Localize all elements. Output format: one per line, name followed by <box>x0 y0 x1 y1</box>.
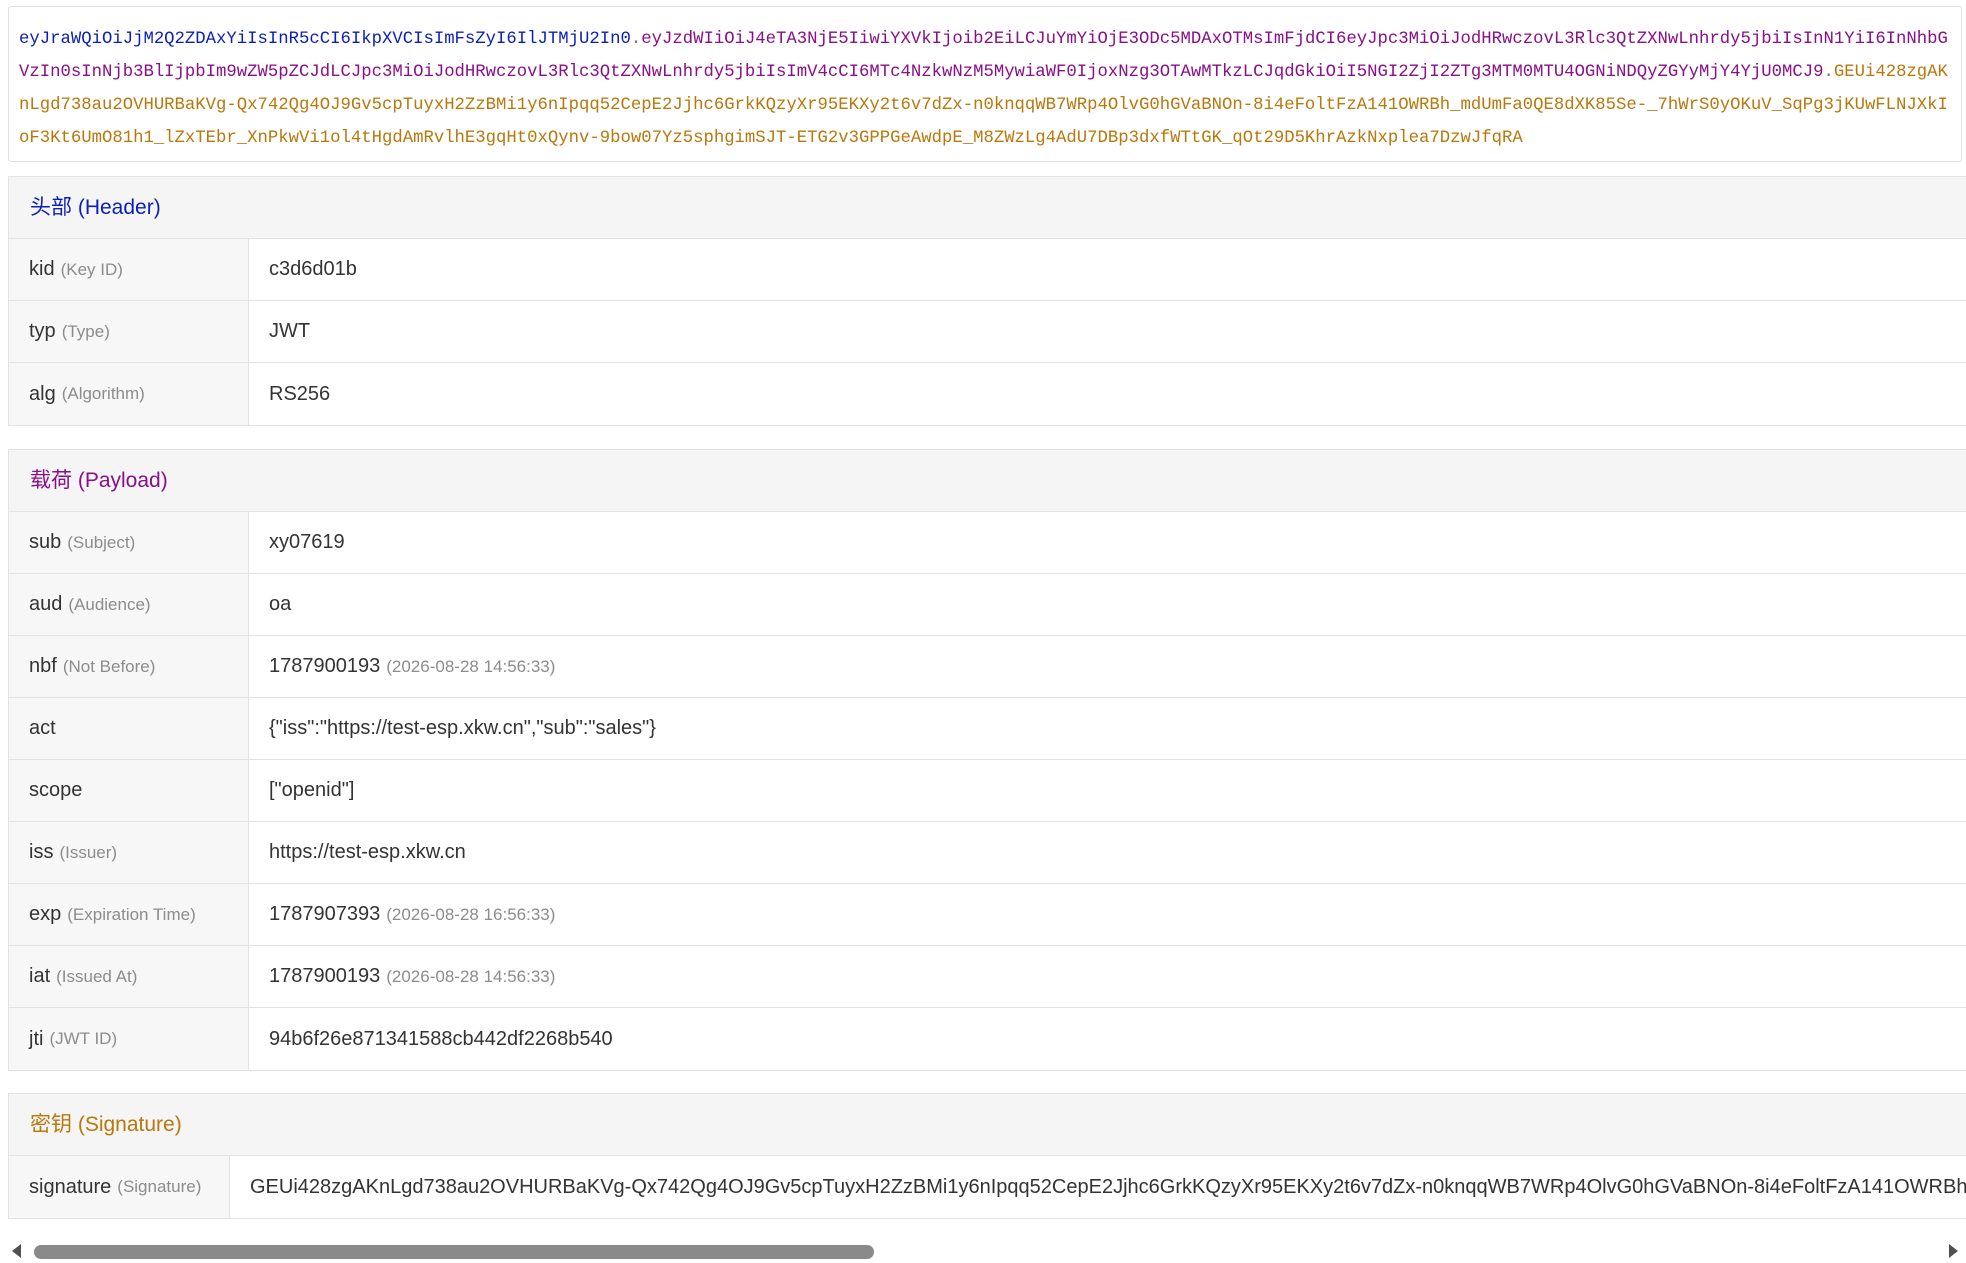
claim-row-iss: iss (Issuer) https://test-esp.xkw.cn <box>9 822 1966 884</box>
claim-value-cell: {"iss":"https://test-esp.xkw.cn","sub":"… <box>249 698 1966 759</box>
claim-key-description: (Issuer) <box>59 842 118 862</box>
claim-key-cell: signature (Signature) <box>9 1156 230 1218</box>
claim-key-cell: iat (Issued At) <box>9 946 249 1007</box>
claim-value-datetime: (2026-08-28 14:56:33) <box>386 656 556 676</box>
claim-key: aud <box>29 593 63 615</box>
claim-row-kid: kid (Key ID) c3d6d01b <box>9 239 1966 301</box>
claim-key-cell: scope <box>9 760 249 821</box>
claim-key-description: (Subject) <box>67 532 136 552</box>
claim-key: sub <box>29 531 62 553</box>
horizontal-scrollbar[interactable] <box>0 1237 1966 1263</box>
claim-key-cell: alg (Algorithm) <box>9 363 249 425</box>
encoded-token: eyJraWQiOiJjM2Q2ZDAxYiIsInR5cCI6IkpXVCIs… <box>8 6 1962 162</box>
payload-section-title: 载荷 (Payload) <box>9 450 1966 512</box>
claim-row-nbf: nbf (Not Before) 1787900193 (2026-08-28 14:… <box>9 636 1966 698</box>
claim-key: nbf <box>29 655 57 677</box>
claim-key-description: (Type) <box>61 321 110 341</box>
claim-key-cell: typ (Type) <box>9 301 249 362</box>
payload-rows: sub (Subject) xy07619 aud (Audience) oa nbf (No… <box>9 512 1966 1070</box>
claim-value: xy07619 <box>269 531 345 553</box>
claim-value: GEUi428zgAKnLgd738au2OVHURBaKVg-Qx742Qg4… <box>250 1175 1966 1198</box>
claim-row-aud: aud (Audience) oa <box>9 574 1966 636</box>
header-section: 头部 (Header) kid (Key ID) c3d6d01b typ (Type)… <box>8 176 1966 426</box>
claim-value: c3d6d01b <box>269 258 357 280</box>
claim-value: RS256 <box>269 382 331 405</box>
claim-key-cell: iss (Issuer) <box>9 822 249 883</box>
claim-value-cell: RS256 <box>249 363 1966 425</box>
claim-key-description: (Key ID) <box>60 259 123 279</box>
claim-key: exp <box>29 903 62 925</box>
claim-value: ["openid"] <box>269 779 355 801</box>
header-section-title: 头部 (Header) <box>9 177 1966 239</box>
claim-value-cell: JWT <box>249 301 1966 362</box>
claim-key: iss <box>29 841 54 863</box>
claim-value: 1787907393 <box>269 903 381 925</box>
claim-key-description: (Not Before) <box>62 656 156 676</box>
scroll-right-arrow-icon[interactable] <box>1949 1244 1958 1258</box>
claim-key: signature <box>29 1175 112 1198</box>
claim-key-cell: nbf (Not Before) <box>9 636 249 697</box>
claim-key-description: (Expiration Time) <box>67 904 196 924</box>
claim-row-jti: jti (JWT ID) 94b6f26e871341588cb442df2268b… <box>9 1008 1966 1070</box>
signature-section: 密钥 (Signature) signature (Signature) GEUi4… <box>8 1093 1966 1219</box>
claim-key-cell: aud (Audience) <box>9 574 249 635</box>
claim-key: scope <box>29 779 83 801</box>
claim-key-description: (JWT ID) <box>49 1029 118 1048</box>
claim-key-cell: exp (Expiration Time) <box>9 884 249 945</box>
claim-row-exp: exp (Expiration Time) 1787907393 (2026-08-2… <box>9 884 1966 946</box>
claim-row-typ: typ (Type) JWT <box>9 301 1966 363</box>
claim-value-datetime: (2026-08-28 14:56:33) <box>386 966 556 986</box>
claim-value: https://test-esp.xkw.cn <box>269 841 466 863</box>
claim-value-cell: GEUi428zgAKnLgd738au2OVHURBaKVg-Qx742Qg4… <box>230 1156 1966 1218</box>
payload-section: 载荷 (Payload) sub (Subject) xy07619 aud (Audi… <box>8 449 1966 1071</box>
scrollbar-thumb[interactable] <box>34 1245 874 1259</box>
claim-row-scope: scope ["openid"] <box>9 760 1966 822</box>
claim-value-cell: 1787900193 (2026-08-28 14:56:33) <box>249 946 1966 1007</box>
signature-section-title: 密钥 (Signature) <box>9 1094 1966 1156</box>
claim-row-act: act {"iss":"https://test-esp.xkw.cn","sub… <box>9 698 1966 760</box>
signature-rows: signature (Signature) GEUi428zgAKnLgd738au… <box>9 1156 1966 1218</box>
claim-value: 1787900193 <box>269 655 381 677</box>
token-separator: . <box>1823 63 1834 82</box>
claim-value-cell: 1787907393 (2026-08-28 16:56:33) <box>249 884 1966 945</box>
claim-value-cell: oa <box>249 574 1966 635</box>
claim-value-cell: ["openid"] <box>249 760 1966 821</box>
claim-key: jti <box>29 1027 44 1050</box>
token-header-part: eyJraWQiOiJjM2Q2ZDAxYiIsInR5cCI6IkpXVCIs… <box>19 30 631 49</box>
claim-value: oa <box>269 593 292 615</box>
claim-key-cell: kid (Key ID) <box>9 239 249 300</box>
claim-value-cell: https://test-esp.xkw.cn <box>249 822 1966 883</box>
claim-key-description: (Signature) <box>117 1177 202 1196</box>
claim-key-description: (Audience) <box>68 594 151 614</box>
claim-row-alg: alg (Algorithm) RS256 <box>9 363 1966 425</box>
claim-key-description: (Algorithm) <box>61 384 145 403</box>
claim-key-cell: sub (Subject) <box>9 512 249 573</box>
claim-value: 1787900193 <box>269 965 381 987</box>
claim-value-cell: 94b6f26e871341588cb442df2268b540 <box>249 1008 1966 1070</box>
claim-key: iat <box>29 965 51 987</box>
claim-value: {"iss":"https://test-esp.xkw.cn","sub":"… <box>269 717 656 739</box>
claim-row-iat: iat (Issued At) 1787900193 (2026-08-28 14:5… <box>9 946 1966 1008</box>
claim-key-description: (Issued At) <box>56 966 138 986</box>
claim-value: JWT <box>269 320 311 342</box>
claim-key: alg <box>29 382 56 405</box>
claim-key: act <box>29 717 56 739</box>
claim-value: 94b6f26e871341588cb442df2268b540 <box>269 1027 613 1050</box>
claim-value-cell: c3d6d01b <box>249 239 1966 300</box>
claim-row-sub: sub (Subject) xy07619 <box>9 512 1966 574</box>
claim-key-cell: jti (JWT ID) <box>9 1008 249 1070</box>
header-rows: kid (Key ID) c3d6d01b typ (Type) JWT alg (Algor… <box>9 239 1966 425</box>
claim-value-datetime: (2026-08-28 16:56:33) <box>386 904 556 924</box>
token-separator: . <box>630 30 642 49</box>
claim-value-cell: xy07619 <box>249 512 1966 573</box>
claim-key: typ <box>29 320 56 342</box>
claim-value-cell: 1787900193 (2026-08-28 14:56:33) <box>249 636 1966 697</box>
claim-key: kid <box>29 258 55 280</box>
claim-row-signature: signature (Signature) GEUi428zgAKnLgd738au… <box>9 1156 1966 1218</box>
scroll-left-arrow-icon[interactable] <box>12 1244 21 1258</box>
claim-key-cell: act <box>9 698 249 759</box>
